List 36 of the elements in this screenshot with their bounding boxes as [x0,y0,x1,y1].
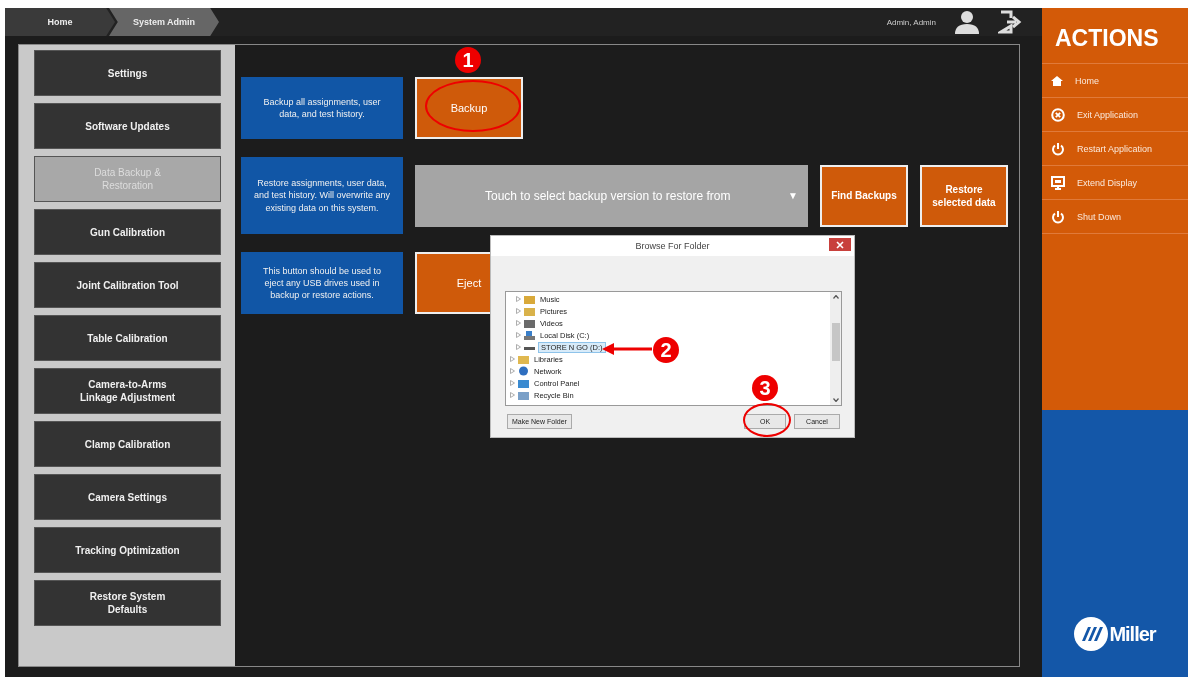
scrollbar[interactable] [830,292,841,405]
sidebar-item[interactable]: Restore System Defaults [34,580,221,626]
power-icon [1051,209,1065,224]
breadcrumb[interactable]: System Admin [109,8,219,36]
power-icon [1051,141,1065,156]
sidebar-item[interactable]: Camera Settings [34,474,221,520]
backup-button[interactable]: Backup [415,77,523,139]
sidebar-item[interactable]: Joint Calibration Tool [34,262,221,308]
close-icon [836,240,844,249]
close-circle-icon [1051,107,1065,122]
sidebar-item[interactable]: Table Calibration [34,315,221,361]
highlight-circle [743,403,791,437]
scroll-down-icon[interactable] [832,398,839,402]
logo: Miller [1074,617,1156,651]
logo-icon [1074,617,1109,651]
find-backups-button[interactable]: Find Backups [820,164,908,227]
dialog-title: Browse For Folder [635,241,710,251]
sidebar-item[interactable]: Tracking Optimization [34,527,221,573]
monitor-icon [1051,175,1065,190]
sidebar-item[interactable]: Software Updates [34,103,221,149]
breadcrumb[interactable]: Home [5,8,115,36]
sidebar-item[interactable]: Settings [34,50,221,96]
scroll-up-icon[interactable] [832,295,839,299]
annotation-arrow [602,343,652,355]
close-button[interactable] [829,238,851,251]
user-name: Admin, Admin [886,17,936,27]
user-icon[interactable] [954,10,980,34]
sidebar-item[interactable]: Clamp Calibration [34,421,221,467]
sidebar-item[interactable]: Gun Calibration [34,209,221,255]
drive-icon [524,330,535,340]
home-icon [1051,74,1063,87]
restore-button[interactable]: Restore selected data [920,164,1008,227]
eject-description: This button should be used to eject any USB drives used in backup or restore actions. [241,252,403,314]
restore-description: Restore assignments, user data, and test history. Will overwrite any existing data on this system. [241,157,403,234]
sidebar-item[interactable]: Camera-to-Arms Linkage Adjustment [34,368,221,414]
backup-description: Backup all assignments, user data, and test history. [241,77,403,139]
